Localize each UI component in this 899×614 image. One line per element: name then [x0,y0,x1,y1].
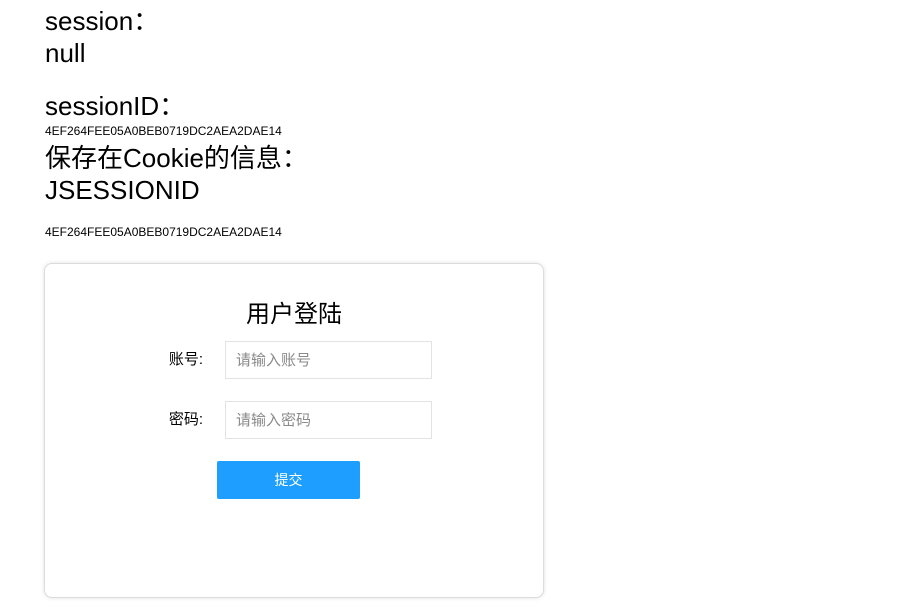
session-label: session： [45,6,160,36]
password-input[interactable] [225,401,432,439]
cookie-value: 4EF264FEE05A0BEB0719DC2AEA2DAE14 [45,225,282,239]
account-input[interactable] [225,341,432,379]
login-card: 用户登陆 账号: 密码: 提交 [44,263,544,598]
account-label: 账号: [168,351,203,368]
session-value: null [45,38,86,68]
session-id-value: 4EF264FEE05A0BEB0719DC2AEA2DAE14 [45,124,282,138]
password-label: 密码: [168,411,203,428]
login-title: 用户登陆 [246,301,342,328]
session-id-label: sessionID： [45,91,186,121]
submit-button[interactable]: 提交 [217,461,360,499]
cookie-info-label: 保存在Cookie的信息： [45,143,308,173]
cookie-name: JSESSIONID [45,175,200,205]
